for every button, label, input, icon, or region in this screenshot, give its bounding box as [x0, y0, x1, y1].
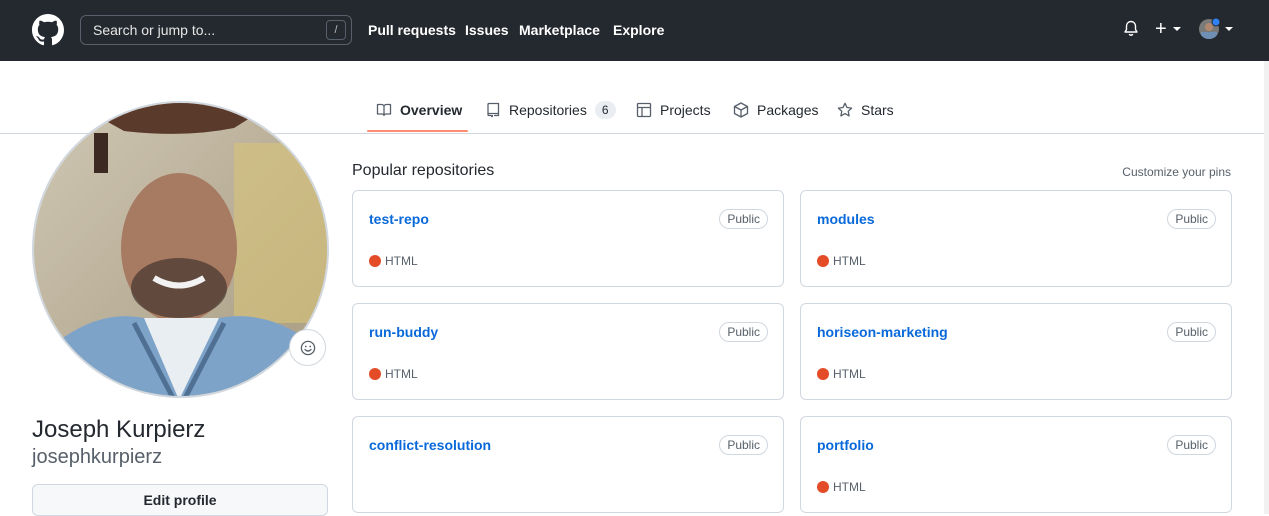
nav-marketplace[interactable]: Marketplace	[519, 22, 600, 38]
profile-username: josephkurpierz	[32, 446, 163, 468]
tab-overview-label: Overview	[400, 102, 463, 118]
language-label: HTML	[833, 367, 866, 381]
page-scrollbar[interactable]	[1264, 61, 1269, 514]
set-status-button[interactable]	[289, 329, 326, 366]
bell-icon[interactable]	[1123, 20, 1139, 38]
tab-stars-label: Stars	[861, 102, 894, 118]
visibility-badge: Public	[719, 322, 768, 342]
language-label: HTML	[385, 254, 418, 268]
repo-name-link[interactable]: modules	[817, 211, 875, 227]
edit-profile-button[interactable]: Edit profile	[32, 484, 328, 516]
avatar-small	[1199, 18, 1221, 39]
star-icon	[837, 102, 853, 117]
repo-language: HTML	[817, 254, 866, 268]
language-color-dot	[369, 255, 381, 267]
customize-pins-link[interactable]: Customize your pins	[1122, 165, 1231, 179]
search-shortcut-key: /	[326, 20, 346, 40]
repo-name-link[interactable]: portfolio	[817, 437, 874, 453]
profile-full-name: Joseph Kurpierz	[32, 416, 206, 443]
caret-down-icon	[1225, 27, 1233, 31]
search-placeholder: Search or jump to...	[93, 22, 216, 38]
tab-stars[interactable]: Stars	[837, 99, 894, 121]
repo-language: HTML	[817, 480, 866, 494]
visibility-badge: Public	[1167, 435, 1216, 455]
visibility-badge: Public	[719, 435, 768, 455]
project-icon	[636, 102, 652, 118]
tab-repositories-label: Repositories	[509, 102, 587, 118]
package-icon	[733, 102, 749, 118]
tab-packages[interactable]: Packages	[733, 99, 818, 121]
tab-overview[interactable]: Overview	[376, 99, 462, 121]
language-label: HTML	[833, 254, 866, 268]
language-color-dot	[817, 255, 829, 267]
repo-language: HTML	[369, 367, 418, 381]
repo-card: conflict-resolution Public	[352, 416, 784, 513]
repo-language: HTML	[817, 367, 866, 381]
plus-icon: +	[1155, 18, 1167, 40]
tab-projects-label: Projects	[660, 102, 711, 118]
tab-repositories[interactable]: Repositories 6	[485, 99, 616, 121]
repo-name-link[interactable]: run-buddy	[369, 324, 438, 340]
caret-down-icon	[1172, 27, 1181, 31]
repo-name-link[interactable]: test-repo	[369, 211, 429, 227]
top-header: Search or jump to... / Pull requests Iss…	[0, 0, 1269, 61]
visibility-badge: Public	[719, 209, 768, 229]
language-label: HTML	[385, 367, 418, 381]
nav-pull-requests[interactable]: Pull requests	[368, 22, 456, 38]
tab-packages-label: Packages	[757, 102, 819, 118]
repositories-count-badge: 6	[594, 101, 616, 119]
search-input[interactable]: Search or jump to... /	[80, 15, 352, 45]
avatar-photo	[34, 103, 327, 396]
visibility-badge: Public	[1167, 209, 1216, 229]
book-icon	[376, 103, 392, 117]
nav-issues[interactable]: Issues	[465, 22, 509, 38]
user-menu-dropdown[interactable]	[1199, 18, 1234, 40]
repo-card: portfolio Public HTML	[800, 416, 1232, 513]
nav-explore[interactable]: Explore	[613, 22, 664, 38]
language-color-dot	[817, 481, 829, 493]
smiley-icon	[300, 340, 315, 355]
profile-avatar[interactable]	[32, 101, 329, 398]
repo-card: horiseon-marketing Public HTML	[800, 303, 1232, 400]
repo-icon	[487, 102, 500, 118]
tab-projects[interactable]: Projects	[636, 99, 711, 121]
repo-card: modules Public HTML	[800, 190, 1232, 287]
repo-name-link[interactable]: conflict-resolution	[369, 437, 491, 453]
visibility-badge: Public	[1167, 322, 1216, 342]
repo-name-link[interactable]: horiseon-marketing	[817, 324, 948, 340]
language-color-dot	[817, 368, 829, 380]
repo-card: run-buddy Public HTML	[352, 303, 784, 400]
language-color-dot	[369, 368, 381, 380]
github-logo-icon[interactable]	[32, 14, 64, 46]
popular-repositories-heading: Popular repositories	[352, 162, 495, 179]
language-label: HTML	[833, 480, 866, 494]
repo-language: HTML	[369, 254, 418, 268]
active-tab-indicator	[367, 130, 468, 132]
repo-card: test-repo Public HTML	[352, 190, 784, 287]
create-new-dropdown[interactable]: +	[1155, 19, 1182, 39]
